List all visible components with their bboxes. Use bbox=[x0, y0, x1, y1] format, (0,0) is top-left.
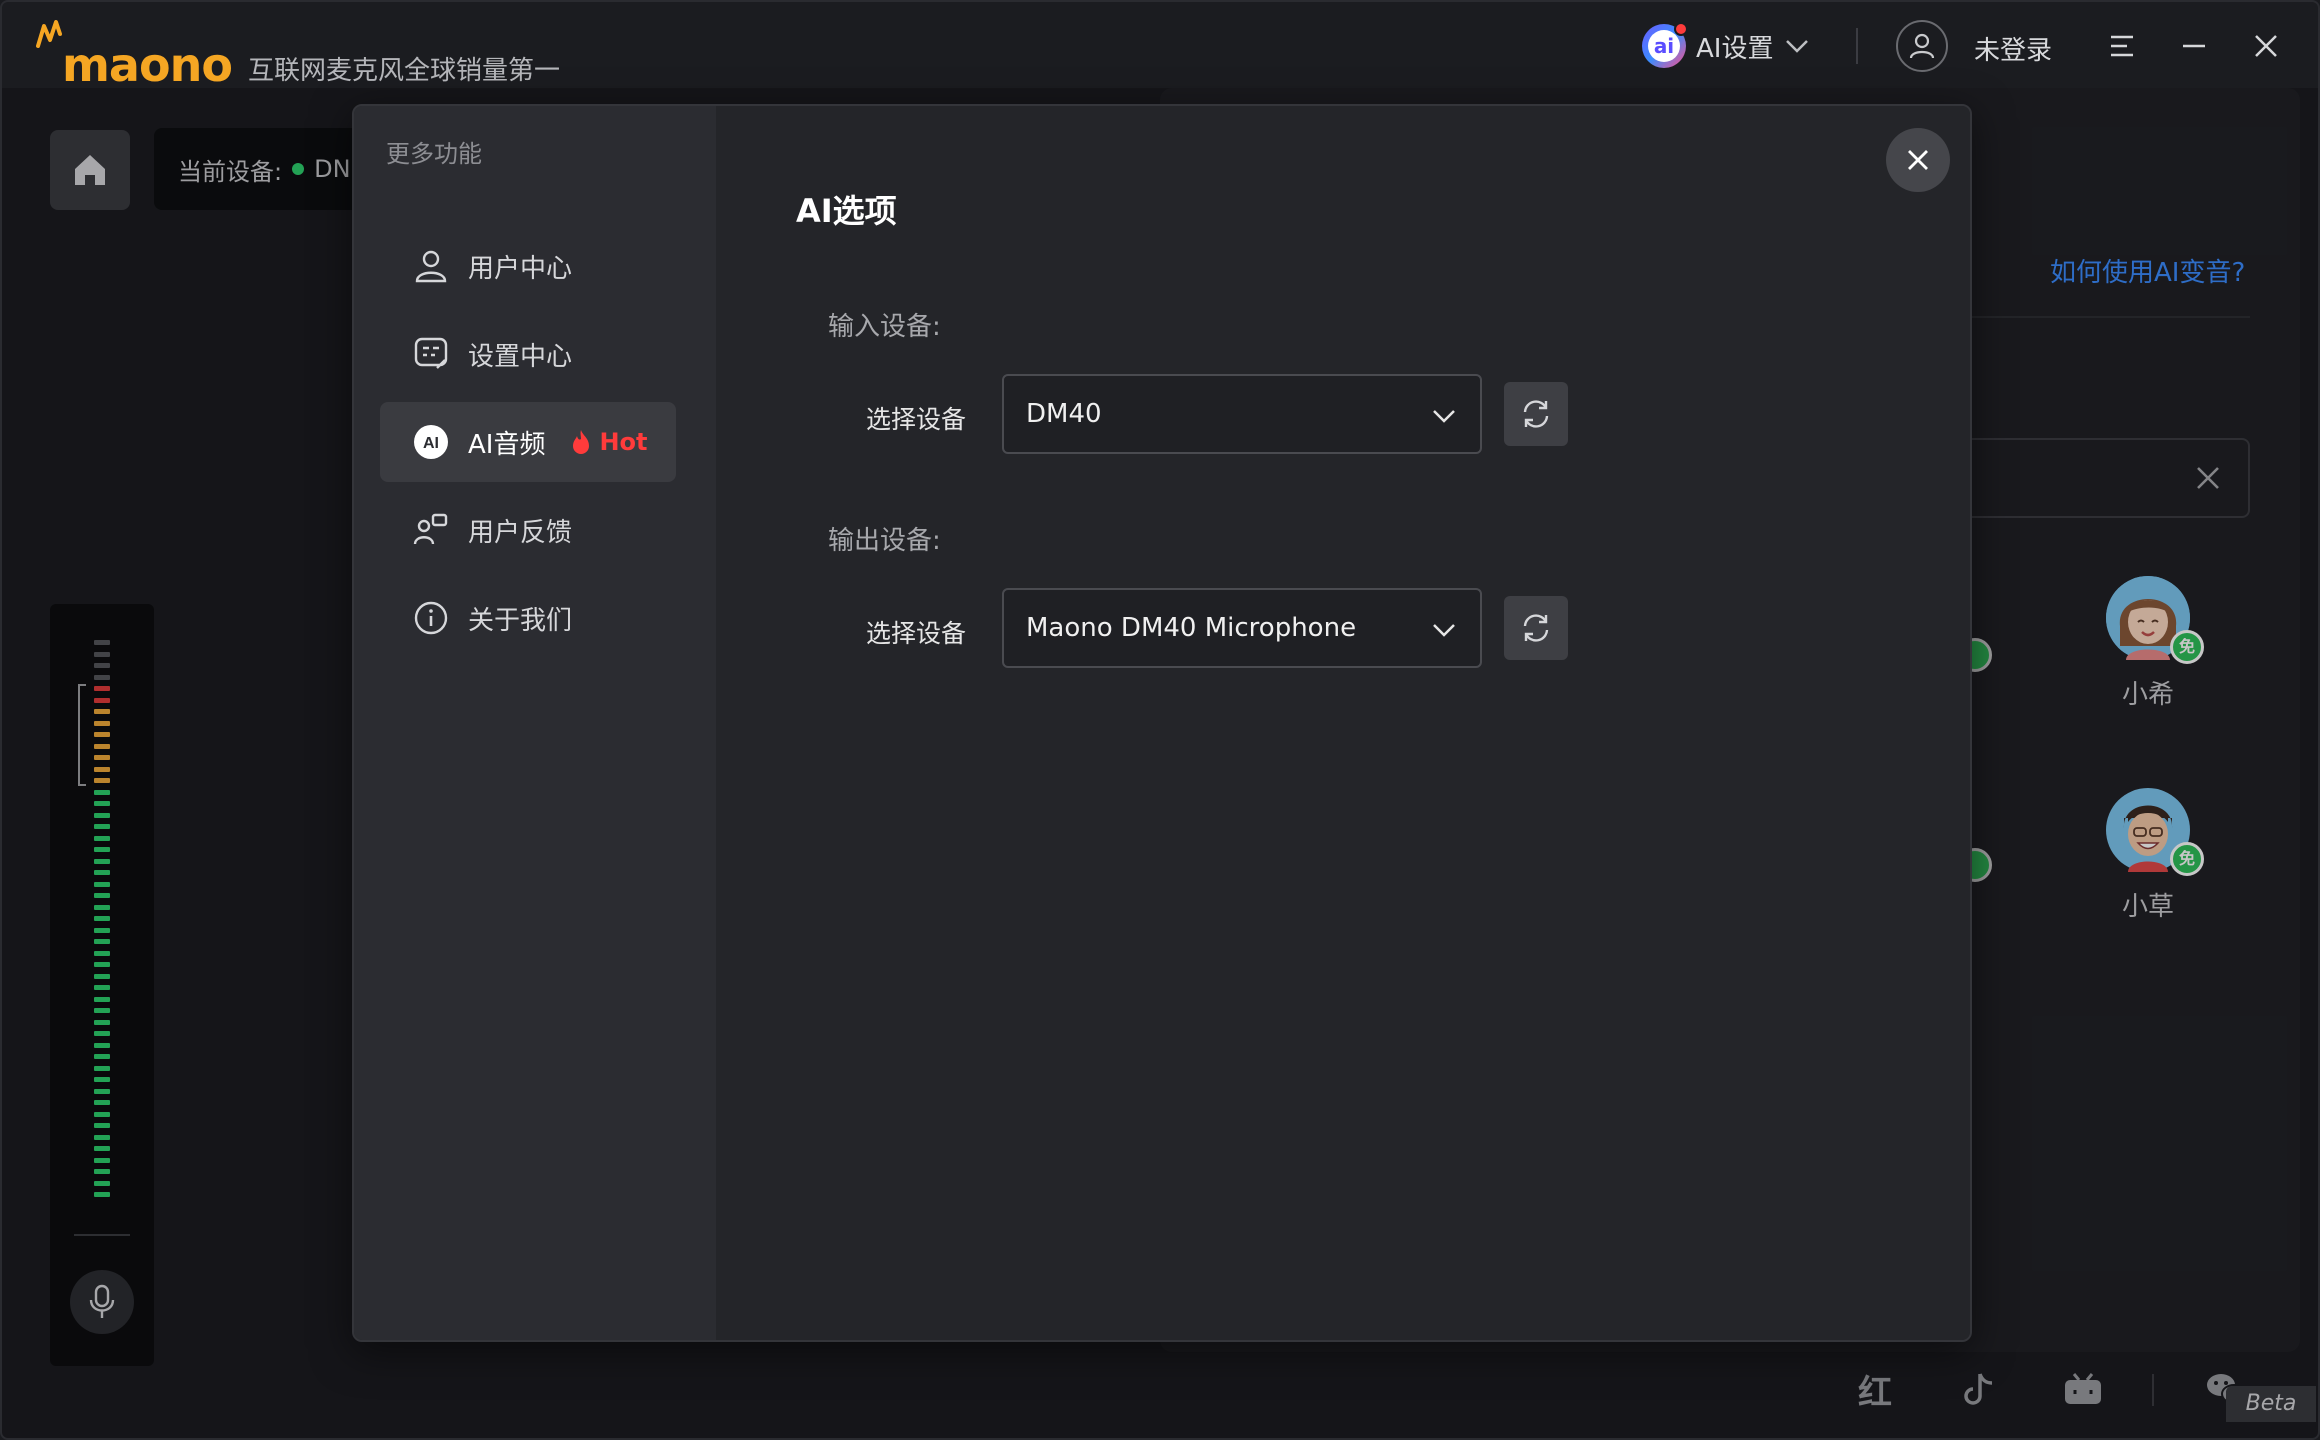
minimize-button[interactable] bbox=[2174, 26, 2214, 66]
sidebar-item-label: AI音频 bbox=[468, 429, 546, 460]
ai-settings-dropdown[interactable]: ai AI设置 bbox=[1642, 22, 1811, 68]
sidebar-item-about[interactable]: 关于我们 bbox=[380, 578, 676, 658]
output-device-field-label: 选择设备 bbox=[866, 619, 967, 648]
logo-text: maono bbox=[62, 38, 233, 92]
close-icon bbox=[1908, 150, 1928, 170]
user-avatar-button[interactable] bbox=[1896, 20, 1948, 72]
output-device-section-label: 输出设备: bbox=[828, 526, 941, 556]
hot-badge-label: Hot bbox=[599, 428, 648, 456]
chevron-down-icon bbox=[1786, 40, 1809, 53]
dialog-content: AI选项 输入设备: 选择设备 DM40 输出设备: 选择设备 Maono DM… bbox=[716, 106, 1970, 1340]
logo-mark-icon bbox=[36, 20, 62, 48]
input-device-section-label: 输入设备: bbox=[828, 312, 941, 342]
minimize-icon bbox=[2183, 44, 2205, 48]
sidebar-item-user-center[interactable]: 用户中心 bbox=[380, 226, 676, 306]
refresh-icon bbox=[1523, 400, 1549, 428]
settings-icon bbox=[412, 335, 450, 373]
page-title: AI选项 bbox=[796, 192, 897, 230]
maono-logo: maono bbox=[36, 20, 233, 92]
sidebar-item-label: 设置中心 bbox=[468, 341, 573, 372]
user-icon bbox=[412, 247, 450, 285]
svg-text:AI: AI bbox=[423, 435, 439, 452]
dialog-close-button[interactable] bbox=[1886, 128, 1950, 192]
sidebar-item-label: 用户中心 bbox=[468, 253, 573, 284]
input-device-field-label: 选择设备 bbox=[866, 405, 967, 434]
info-icon bbox=[412, 599, 450, 637]
menu-icon bbox=[2111, 35, 2133, 57]
sidebar-item-feedback[interactable]: 用户反馈 bbox=[380, 490, 676, 570]
sidebar-item-settings[interactable]: 设置中心 bbox=[380, 314, 676, 394]
ai-settings-label: AI设置 bbox=[1696, 33, 1774, 64]
close-icon bbox=[2255, 35, 2277, 57]
sidebar-menu: 用户中心 设置中心 AI AI音频 Hot 用户反馈 关于我们 bbox=[380, 226, 676, 666]
chevron-down-icon bbox=[1433, 410, 1455, 423]
more-features-dialog: 更多功能 用户中心 设置中心 AI AI音频 Hot 用户反馈 关于我们 AI选… bbox=[352, 104, 1972, 1342]
output-device-refresh-button[interactable] bbox=[1504, 596, 1568, 660]
sidebar-item-label: 关于我们 bbox=[468, 605, 573, 636]
divider bbox=[1856, 28, 1858, 64]
menu-button[interactable] bbox=[2102, 26, 2142, 66]
user-icon bbox=[1909, 33, 1935, 59]
ai-icon: AI bbox=[412, 423, 450, 461]
ai-settings-icon: ai bbox=[1642, 22, 1688, 68]
sidebar-item-ai-audio[interactable]: AI AI音频 Hot bbox=[380, 402, 676, 482]
sidebar-title: 更多功能 bbox=[386, 140, 482, 168]
input-device-refresh-button[interactable] bbox=[1504, 382, 1568, 446]
slogan: 互联网麦克风全球销量第一 bbox=[248, 56, 561, 86]
input-device-value: DM40 bbox=[1026, 399, 1102, 429]
notification-dot bbox=[1674, 22, 1688, 36]
flame-icon bbox=[573, 430, 590, 454]
login-status[interactable]: 未登录 bbox=[1974, 30, 2052, 67]
input-device-select[interactable]: DM40 bbox=[1002, 374, 1482, 454]
output-device-select[interactable]: Maono DM40 Microphone bbox=[1002, 588, 1482, 668]
window-close-button[interactable] bbox=[2246, 26, 2286, 66]
app-window: maono 互联网麦克风全球销量第一 ai AI设置 未登录 当前设备: DN … bbox=[0, 0, 2320, 1440]
title-bar: maono 互联网麦克风全球销量第一 ai AI设置 未登录 bbox=[2, 2, 2318, 92]
refresh-icon bbox=[1523, 614, 1549, 642]
sidebar-item-label: 用户反馈 bbox=[468, 517, 573, 548]
dialog-sidebar: 更多功能 用户中心 设置中心 AI AI音频 Hot 用户反馈 关于我们 bbox=[354, 106, 716, 1340]
hot-badge: Hot bbox=[569, 428, 648, 456]
output-device-value: Maono DM40 Microphone bbox=[1026, 613, 1357, 643]
chevron-down-icon bbox=[1433, 624, 1455, 637]
feedback-icon bbox=[412, 511, 450, 549]
